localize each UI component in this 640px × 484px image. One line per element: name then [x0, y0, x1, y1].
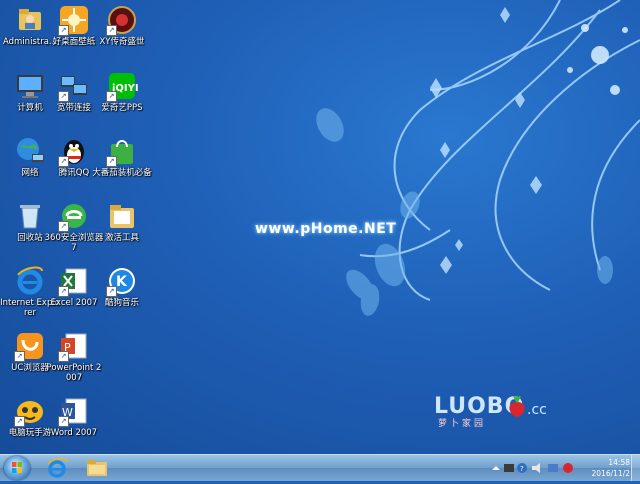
shortcut-arrow-icon: ↗	[58, 221, 69, 232]
shortcut-arrow-icon: ↗	[14, 351, 25, 362]
brand-subtitle: 萝卜家园	[438, 419, 487, 429]
taskbar: ? 14:58 2016/11/2	[0, 454, 640, 481]
icon-label: XY传奇盛世	[99, 37, 145, 47]
icon-label: Word 2007	[50, 428, 98, 438]
svg-text:?: ?	[520, 465, 524, 473]
clock-date: 2016/11/2	[591, 469, 630, 478]
tray-icons: ?	[492, 463, 573, 473]
folder-icon	[106, 200, 138, 232]
brand-logo: LUOBO .cc 萝卜家园	[434, 394, 574, 434]
taskbar-ie-button[interactable]	[40, 457, 74, 479]
desktop: www.pHome.NET LUOBO .cc 萝卜家园 Administra.…	[0, 0, 640, 454]
excel-icon: ↗	[58, 265, 90, 297]
user-folder-icon	[14, 4, 46, 36]
network-globe-icon	[14, 135, 46, 167]
shortcut-arrow-icon: ↗	[58, 156, 69, 167]
desktop-icon-tomato-essentials[interactable]: ↗ 大番茄装机必备	[92, 135, 152, 178]
wallpaper-app-icon: ↗	[58, 4, 90, 36]
desktop-icon-activation-tools[interactable]: 激活工具	[92, 200, 152, 243]
system-tray: ? 14:58 2016/11/2	[490, 455, 640, 481]
shortcut-arrow-icon: ↗	[58, 351, 69, 362]
xy-game-icon: ↗	[106, 4, 138, 36]
powerpoint-icon: P ↗	[58, 330, 90, 362]
start-button[interactable]	[4, 456, 30, 480]
shopping-bag-icon: ↗	[106, 135, 138, 167]
desktop-icon-word[interactable]: W ↗ Word 2007	[44, 395, 104, 438]
network-tray-icon[interactable]	[548, 464, 558, 472]
desktop-icon-xy-game[interactable]: ↗ XY传奇盛世	[92, 4, 152, 47]
clock-time: 14:58	[608, 458, 630, 467]
speaker-icon[interactable]	[532, 463, 540, 473]
shortcut-arrow-icon: ↗	[106, 91, 117, 102]
uc-browser-icon: ↗	[14, 330, 46, 362]
shortcut-arrow-icon: ↗	[58, 25, 69, 36]
kugou-music-icon: K ↗	[106, 265, 138, 297]
shortcut-arrow-icon: ↗	[106, 156, 117, 167]
broadband-connection-icon: ↗	[58, 70, 90, 102]
shortcut-arrow-icon: ↗	[58, 286, 69, 297]
show-hidden-icons-icon[interactable]	[492, 466, 500, 470]
shortcut-arrow-icon: ↗	[58, 91, 69, 102]
shortcut-arrow-icon: ↗	[106, 286, 117, 297]
taskbar-explorer-button[interactable]	[80, 457, 114, 479]
iqiyi-icon: iQIYI ↗	[106, 70, 139, 102]
security-alert-icon[interactable]	[563, 463, 573, 473]
folder-icon	[87, 460, 107, 476]
shortcut-arrow-icon: ↗	[106, 25, 117, 36]
keyboard-icon[interactable]	[504, 464, 514, 472]
icon-label: 激活工具	[104, 233, 139, 243]
clock[interactable]: 14:58 2016/11/2	[592, 457, 630, 479]
icon-label: 大番茄装机必备	[92, 168, 152, 178]
windows-logo-icon	[12, 462, 22, 473]
computer-icon	[14, 70, 46, 102]
game-face-icon: ↗	[14, 395, 46, 427]
radish-icon	[509, 396, 525, 417]
show-desktop-button[interactable]	[631, 455, 640, 481]
internet-explorer-icon	[47, 458, 68, 478]
desktop-icon-iqiyi[interactable]: iQIYI ↗ 爱奇艺PPS	[92, 70, 152, 113]
360-browser-icon: ↗	[58, 200, 90, 232]
desktop-icon-kugou[interactable]: K ↗ 酷狗音乐	[92, 265, 152, 308]
qq-penguin-icon: ↗	[58, 135, 90, 167]
icon-label: PowerPoint 2007	[46, 363, 102, 383]
desktop-icon-powerpoint[interactable]: P ↗ PowerPoint 2007	[44, 330, 104, 383]
internet-explorer-icon	[14, 265, 46, 297]
icon-label: 爱奇艺PPS	[101, 103, 143, 113]
recycle-bin-icon	[14, 200, 46, 232]
brand-tld: .cc	[527, 402, 547, 418]
shortcut-arrow-icon: ↗	[58, 416, 69, 427]
icon-label: 酷狗音乐	[104, 298, 139, 308]
word-icon: W ↗	[58, 395, 90, 427]
shortcut-arrow-icon: ↗	[14, 416, 25, 427]
watermark-text: www.pHome.NET	[255, 221, 397, 237]
svg-text:K: K	[116, 274, 128, 290]
